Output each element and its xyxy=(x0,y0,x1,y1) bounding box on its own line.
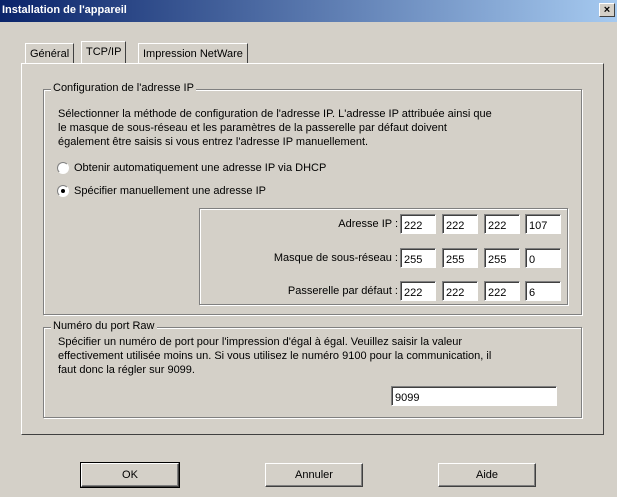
help-button-label: Aide xyxy=(475,469,499,481)
ip-config-description: Sélectionner la méthode de configuration… xyxy=(58,107,578,149)
ip-octet-1[interactable] xyxy=(400,214,436,234)
help-button[interactable]: Aide xyxy=(438,463,536,487)
cancel-button-label: Annuler xyxy=(295,469,333,481)
tab-netware[interactable]: Impression NetWare xyxy=(138,43,248,63)
tab-label: TCP/IP xyxy=(86,46,122,58)
tab-panel-tcpip: Configuration de l'adresse IP Sélectionn… xyxy=(21,63,604,435)
mask-octet-1[interactable] xyxy=(400,248,436,268)
ok-button[interactable]: OK xyxy=(80,462,180,488)
ip-octet-3[interactable] xyxy=(484,214,520,234)
tab-general[interactable]: Général xyxy=(25,43,75,63)
ip-octet-2[interactable] xyxy=(442,214,478,234)
radio-manual-label: Spécifier manuellement une adresse IP xyxy=(74,185,266,197)
description-line: le masque de sous-réseau et les paramètr… xyxy=(58,122,447,134)
gateway-label: Passerelle par défaut : xyxy=(287,285,398,297)
tab-label: Impression NetWare xyxy=(143,48,243,60)
gateway-octet-1[interactable] xyxy=(400,281,436,301)
mask-octet-4[interactable] xyxy=(525,248,561,268)
mask-octet-3[interactable] xyxy=(484,248,520,268)
radio-manual-button[interactable] xyxy=(57,185,69,197)
raw-port-input[interactable] xyxy=(391,386,557,406)
radio-dhcp[interactable]: Obtenir automatiquement une adresse IP v… xyxy=(57,162,326,174)
description-line: effectivement utilisée moins un. Si vous… xyxy=(58,350,492,362)
subnet-mask-label: Masque de sous-réseau : xyxy=(273,252,398,264)
tab-tcpip[interactable]: TCP/IP xyxy=(81,41,127,63)
description-line: faut donc la régler sur 9099. xyxy=(58,364,195,376)
ip-octet-4[interactable] xyxy=(525,214,561,234)
gateway-octet-2[interactable] xyxy=(442,281,478,301)
window-title: Installation de l'appareil xyxy=(2,4,127,16)
gateway-octet-3[interactable] xyxy=(484,281,520,301)
ok-button-label: OK xyxy=(122,469,138,481)
mask-octet-2[interactable] xyxy=(442,248,478,268)
ip-config-legend: Configuration de l'adresse IP xyxy=(51,82,196,94)
gateway-octet-4[interactable] xyxy=(525,281,561,301)
description-line: également être saisis si vous entrez l'a… xyxy=(58,136,369,148)
title-bar: Installation de l'appareil × xyxy=(0,0,617,22)
radio-manual[interactable]: Spécifier manuellement une adresse IP xyxy=(57,185,266,197)
close-button[interactable]: × xyxy=(599,3,615,17)
radio-dhcp-label: Obtenir automatiquement une adresse IP v… xyxy=(74,162,327,174)
raw-port-description: Spécifier un numéro de port pour l'impre… xyxy=(58,335,578,377)
description-line: Spécifier un numéro de port pour l'impre… xyxy=(58,336,463,348)
radio-dhcp-button[interactable] xyxy=(57,162,69,174)
description-line: Sélectionner la méthode de configuration… xyxy=(58,108,492,120)
close-icon: × xyxy=(603,4,611,16)
raw-port-legend: Numéro du port Raw xyxy=(51,320,157,332)
ip-address-label: Adresse IP : xyxy=(338,218,398,230)
cancel-button[interactable]: Annuler xyxy=(265,463,363,487)
tab-label: Général xyxy=(30,48,70,60)
